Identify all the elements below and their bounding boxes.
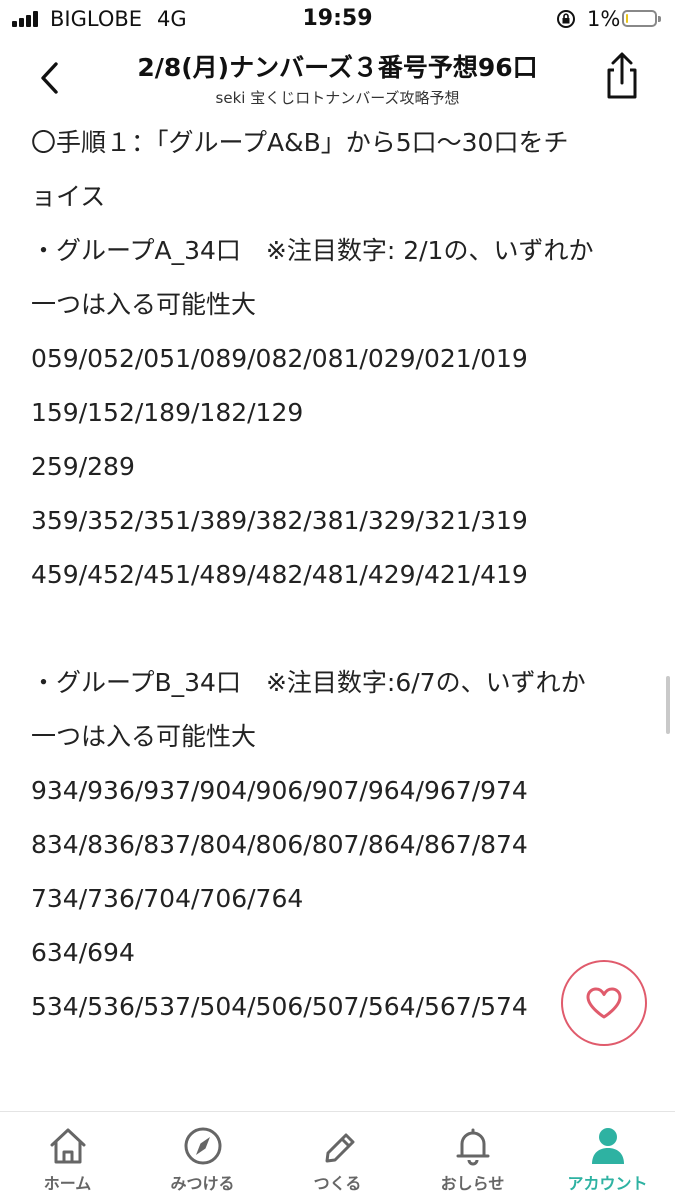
bell-icon [456,1128,490,1166]
page-title: 2/8(月)ナンバーズ３番号予想96口 [137,53,538,82]
bottom-tab-bar: ホーム みつける つくる おしらせ アカウント [0,1111,675,1201]
status-bar: BIGLOBE 4G 19:59 1% [0,0,675,40]
paragraph-line: 〇手順１：「グループA&B」から5口〜30口をチ [31,128,569,157]
paragraph-line: ・グループA_34口 ※注目数字: 2/1の、いずれか [31,236,594,265]
orientation-lock-icon [557,10,575,28]
battery-icon [622,10,661,27]
number-line: 059/052/051/089/082/081/029/021/019 [31,344,528,373]
compass-icon [184,1127,222,1165]
tab-discover-label: みつける [170,1174,235,1193]
creator-name[interactable]: seki 宝くじロトナンバーズ攻略予想 [90,87,585,108]
tab-account-label: アカウント [567,1174,648,1193]
paragraph-line: 一つは入る可能性大 [31,722,257,751]
scroll-indicator[interactable] [666,676,670,734]
number-line: 534/536/537/504/506/507/564/567/574 [31,992,528,1021]
tab-account[interactable]: アカウント [540,1112,675,1201]
number-line: 359/352/351/389/382/381/329/321/319 [31,506,528,535]
tab-discover[interactable]: みつける [135,1112,270,1201]
tab-notifications-label: おしらせ [440,1174,505,1193]
article-header: 2/8(月)ナンバーズ３番号予想96口 seki 宝くじロトナンバーズ攻略予想 [0,40,675,118]
home-icon [50,1128,86,1164]
paragraph-line: ・グループB_34口 ※注目数字:6/7の、いずれか [31,668,586,697]
tab-create-label: つくる [313,1174,362,1193]
number-line: 834/836/837/804/806/807/864/867/874 [31,830,528,859]
number-line: 159/152/189/182/129 [31,398,304,427]
share-icon [607,52,637,99]
like-button[interactable] [561,960,647,1046]
battery-percent: 1% [587,7,621,31]
heart-icon [586,987,622,1019]
back-button[interactable] [30,58,70,98]
paragraph-line: 一つは入る可能性大 [31,290,257,319]
number-line: 459/452/451/489/482/481/429/421/419 [31,560,528,589]
tab-home[interactable]: ホーム [0,1112,135,1201]
article-body[interactable]: 〇手順１：「グループA&B」から5口〜30口をチ ョイス ・グループA_34口 … [0,117,675,1110]
person-icon [592,1128,624,1164]
chevron-left-icon [41,62,58,94]
tab-create[interactable]: つくる [270,1112,405,1201]
number-line: 259/289 [31,452,135,481]
pencil-icon [325,1133,355,1163]
paragraph-line: ョイス [31,182,106,211]
tab-notifications[interactable]: おしらせ [405,1112,540,1201]
number-line: 634/694 [31,938,135,967]
share-button[interactable] [598,50,646,102]
number-line: 734/736/704/706/764 [31,884,304,913]
number-line: 934/936/937/904/906/907/964/967/974 [31,776,528,805]
tab-home-label: ホーム [43,1174,92,1193]
